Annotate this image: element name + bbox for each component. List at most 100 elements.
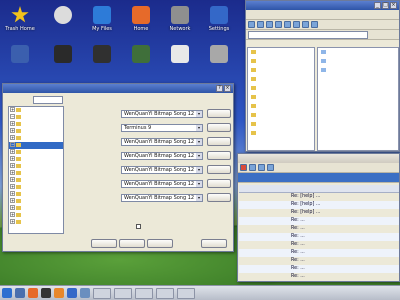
task-button[interactable] [177, 287, 195, 299]
help-button[interactable] [91, 239, 117, 248]
expand-icon[interactable]: + [10, 205, 15, 210]
tree-item[interactable]: + [9, 128, 63, 135]
collapse-icon[interactable]: − [10, 114, 15, 119]
expand-icon[interactable]: + [10, 184, 15, 189]
dialog-titlebar[interactable]: ? × [3, 84, 233, 93]
message-row[interactable]: Re: [help] ... [239, 201, 399, 209]
location-input[interactable] [248, 30, 368, 39]
paste-icon[interactable] [311, 21, 318, 28]
choose-button[interactable] [207, 123, 231, 132]
expand-icon[interactable]: + [10, 191, 15, 196]
kde-icon[interactable] [2, 288, 12, 298]
font-field[interactable]: WenQuanYi Bitmap Song 12 ▾ [121, 166, 203, 174]
desktop-icon[interactable] [163, 45, 197, 65]
message-row[interactable]: Re: ... [239, 257, 399, 265]
expand-icon[interactable]: + [10, 177, 15, 182]
chevron-down-icon[interactable]: ▾ [196, 195, 202, 201]
mail-titlebar[interactable] [238, 154, 399, 163]
gear-icon[interactable] [67, 288, 77, 298]
choose-button[interactable] [207, 137, 231, 146]
folder-tree-item[interactable] [248, 120, 314, 129]
expand-icon[interactable]: + [10, 212, 15, 217]
folder-tree-item[interactable] [248, 111, 314, 120]
desktop-icon[interactable] [46, 6, 80, 26]
tree-item[interactable]: − [9, 142, 63, 149]
tree-item[interactable]: + [9, 191, 63, 198]
message-row[interactable]: Re: ... [239, 281, 399, 282]
tree-item[interactable]: + [9, 107, 63, 114]
home-icon[interactable] [28, 288, 38, 298]
desktop-icon[interactable] [46, 45, 80, 65]
expand-icon[interactable]: + [10, 128, 15, 133]
desktop-icon[interactable]: Trash Home [3, 6, 37, 32]
back-icon[interactable] [248, 21, 255, 28]
checkbox[interactable] [136, 224, 141, 229]
message-row[interactable]: Re: ... [239, 265, 399, 273]
task-button[interactable] [114, 287, 132, 299]
tree-item[interactable]: + [9, 212, 63, 219]
font-field[interactable]: WenQuanYi Bitmap Song 12 ▾ [121, 194, 203, 202]
folder-tree-item[interactable] [248, 84, 314, 93]
expand-icon[interactable]: + [10, 121, 15, 126]
minimize-icon[interactable]: _ [374, 2, 381, 9]
checkbox-row[interactable] [136, 224, 141, 230]
message-row[interactable]: Re: [help] ... [239, 193, 399, 201]
tree-item[interactable]: + [9, 170, 63, 177]
tree-item[interactable]: + [9, 177, 63, 184]
column-date[interactable] [239, 185, 263, 192]
column-subject[interactable] [291, 185, 399, 192]
tree-item[interactable]: − [9, 114, 63, 121]
forward-mail-icon[interactable] [249, 164, 256, 171]
monitor-icon[interactable] [15, 288, 25, 298]
maximize-icon[interactable]: □ [382, 2, 389, 9]
tree-item[interactable]: + [9, 184, 63, 191]
tree-item[interactable]: + [9, 219, 63, 226]
forward-icon[interactable] [257, 21, 264, 28]
message-row[interactable]: Re: ... [239, 225, 399, 233]
folder-tree-item[interactable] [248, 48, 314, 57]
browser-titlebar[interactable]: _ □ × [246, 1, 399, 10]
cancel-button[interactable] [201, 239, 227, 248]
expand-icon[interactable]: + [10, 135, 15, 140]
tree-item[interactable]: + [9, 149, 63, 156]
message-row[interactable]: Re: [help] ... [239, 209, 399, 217]
collapse-icon[interactable]: − [10, 142, 15, 147]
expand-icon[interactable]: + [10, 170, 15, 175]
expand-icon[interactable]: + [10, 107, 15, 112]
close-icon[interactable]: × [390, 2, 397, 9]
tree-item[interactable]: + [9, 121, 63, 128]
home-icon[interactable] [275, 21, 282, 28]
close-icon[interactable]: × [224, 85, 231, 92]
up-icon[interactable] [266, 21, 273, 28]
chevron-down-icon[interactable]: ▾ [196, 111, 202, 117]
terminal-icon[interactable] [41, 288, 51, 298]
file-list-pane[interactable] [317, 47, 399, 151]
desktop-icon[interactable] [85, 45, 119, 65]
desktop-icon[interactable] [124, 45, 158, 65]
chevron-down-icon[interactable]: ▾ [196, 153, 202, 159]
file-item[interactable] [318, 57, 398, 66]
tree-item[interactable]: + [9, 135, 63, 142]
chevron-down-icon[interactable]: ▾ [196, 139, 202, 145]
tree-item[interactable]: + [9, 156, 63, 163]
font-field[interactable]: Terminus 9 ▾ [121, 124, 203, 132]
folder-tree[interactable] [247, 47, 315, 151]
default-button[interactable] [119, 239, 145, 248]
firefox-icon[interactable] [54, 288, 64, 298]
chevron-down-icon[interactable]: ▾ [196, 125, 202, 131]
expand-icon[interactable]: + [10, 149, 15, 154]
folder-tree-item[interactable] [248, 75, 314, 84]
task-button[interactable] [93, 287, 111, 299]
search-icon[interactable] [267, 164, 274, 171]
expand-icon[interactable]: + [10, 219, 15, 224]
folder-tree-item[interactable] [248, 102, 314, 111]
file-item[interactable] [318, 48, 398, 57]
folder-tree-item[interactable] [248, 93, 314, 102]
message-row[interactable]: Re: ... [239, 241, 399, 249]
file-item[interactable] [318, 66, 398, 75]
desktop-icon[interactable]: My Files [85, 6, 119, 32]
choose-button[interactable] [207, 165, 231, 174]
choose-button[interactable] [207, 179, 231, 188]
reply-icon[interactable] [240, 164, 247, 171]
choose-button[interactable] [207, 109, 231, 118]
